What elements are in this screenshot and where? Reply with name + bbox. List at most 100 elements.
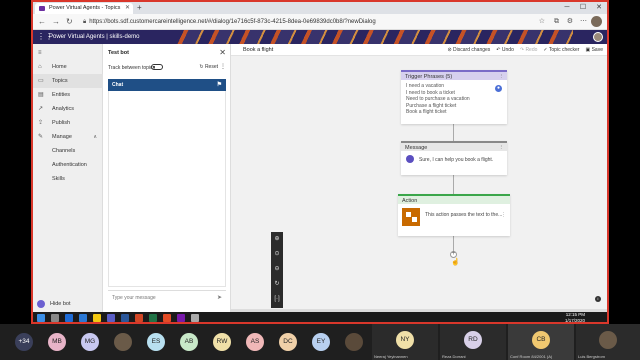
participant-avatar[interactable]: EY [312,333,330,351]
participant-avatar[interactable]: MB [48,333,66,351]
message-node[interactable]: Message ⋮ Sure, I can help you book a fli… [401,141,507,175]
favorite-star-icon[interactable]: ☆ [539,17,545,27]
participant-photo[interactable] [114,333,132,351]
user-avatar[interactable] [593,32,603,42]
nav-item-authentication[interactable]: Authentication [33,158,103,172]
nav-item-topics[interactable]: ▭ Topics [33,74,103,88]
participant-avatar[interactable]: DC [279,333,297,351]
track-topics-toggle[interactable] [151,64,163,70]
close-window-icon[interactable]: ✕ [591,2,607,14]
nav-item-entities[interactable]: ▤ Entities [33,88,103,102]
word-icon[interactable] [121,314,129,322]
explorer-icon[interactable] [93,314,101,322]
reset-zoom-icon[interactable]: ↻ [271,277,283,292]
participant-avatar[interactable]: MG [81,333,99,351]
discard-changes-button[interactable]: ⊘ Discard changes [447,44,490,56]
center-icon[interactable]: ⊙ [271,247,283,262]
chrome-icon[interactable] [163,314,171,322]
participant-photo[interactable] [345,333,363,351]
person-icon[interactable]: ● [495,85,502,92]
windows-taskbar: 12:15 PM 1/17/2020 [33,312,607,322]
send-icon[interactable]: ➤ [217,291,222,305]
maximize-icon[interactable]: ☐ [575,2,591,14]
close-panel-icon[interactable]: ✕ [219,48,226,57]
participant-name: Conf Room 84/2001 (A) [510,354,553,359]
participant-tile[interactable]: RD Reza Dorrani [440,324,506,360]
participant-avatar[interactable]: RW [213,333,231,351]
participant-avatar[interactable]: ES [147,333,165,351]
zoom-in-icon[interactable]: ⊕ [271,232,283,247]
participant-photo [599,331,617,349]
participant-tile[interactable]: NY Neeraj Yeyinannen [372,324,438,360]
action-node[interactable]: Action This action passes the text to th… [398,194,510,236]
nav-label: Authentication [52,162,87,168]
nav-item-home[interactable]: ⌂ Home [33,60,103,74]
extensions-icon[interactable]: ⚙ [567,17,573,27]
save-label: Save [591,47,603,53]
participant-avatar: CB [532,331,550,349]
app-icon[interactable] [191,314,199,322]
teams-icon[interactable] [107,314,115,322]
close-tab-icon[interactable]: ✕ [125,3,130,14]
bot-icon [406,155,414,163]
hand-cursor-icon: ☝ [451,259,460,266]
zoom-out-icon[interactable]: ⊖ [271,262,283,277]
nav-item-skills[interactable]: Skills [33,172,103,186]
nav-item-publish[interactable]: ⇪ Publish [33,116,103,130]
redo-button[interactable]: ↷ Redo [520,44,538,56]
minimize-icon[interactable]: ─ [559,2,575,14]
profile-avatar[interactable] [591,16,602,27]
fit-to-screen-icon[interactable]: [·] [271,292,283,307]
new-tab-button[interactable]: + [137,2,142,14]
trigger-title: Trigger Phrases (5) [405,74,453,80]
powerpoint-icon[interactable] [135,314,143,322]
nav-item-manage[interactable]: ✎ Manage ∧ [33,130,103,144]
info-icon[interactable]: i [595,296,601,302]
node-menu-icon[interactable]: ⋮ [499,72,505,82]
hide-bot-button[interactable]: Hide bot [33,298,103,310]
more-options-icon[interactable]: ⋯ [580,17,587,27]
authoring-canvas[interactable]: Book a flight ⊘ Discard changes ↶ Undo ↷… [231,44,607,312]
start-icon[interactable] [37,314,45,322]
node-menu-icon[interactable]: ⋮ [501,212,506,218]
refresh-icon[interactable]: ↻ [66,17,73,27]
participant-tile[interactable]: CB Conf Room 84/2001 (A) [508,324,574,360]
browser-tab[interactable]: Power Virtual Agents - Topics ✕ [35,3,133,14]
nav-item-analytics[interactable]: ↗ Analytics [33,102,103,116]
participant-avatar: RD [464,331,482,349]
participant-tile[interactable]: Luis Bergstrom [576,324,640,360]
collapse-nav-button[interactable]: ≡ [33,46,103,60]
redo-label: Redo [525,47,538,53]
excel-icon[interactable] [149,314,157,322]
node-header: Message ⋮ [401,141,507,151]
message-input[interactable]: Type your message ➤ [108,290,226,304]
search-icon[interactable] [51,314,59,322]
onenote-icon[interactable] [177,314,185,322]
hamburger-icon: ≡ [38,50,42,56]
more-options-icon[interactable]: ⋮ [220,63,226,70]
collections-icon[interactable]: ⧉ [554,17,559,27]
outlook-icon[interactable] [79,314,87,322]
nav-label: Home [52,64,67,70]
back-icon[interactable]: ← [38,17,46,27]
node-header: Action [398,194,510,204]
undo-label: Undo [501,47,514,53]
flag-icon[interactable]: ⚑ [217,79,222,91]
url-field[interactable]: 🔒︎ https://bots.sdf.customercareintellige… [83,17,503,27]
trigger-phrases-node[interactable]: Trigger Phrases (5) ⋮ I need a vacation I… [401,70,507,124]
add-node-button[interactable]: + [450,251,457,258]
undo-button[interactable]: ↶ Undo [496,44,514,56]
more-participants-badge[interactable]: +34 [15,333,33,351]
participant-avatar[interactable]: AS [246,333,264,351]
topic-checker-button[interactable]: ✓ Topic checker [543,44,579,56]
save-button[interactable]: ▣ Save [585,44,603,56]
nav-item-channels[interactable]: Channels [33,144,103,158]
chat-icon: ▭ [38,78,44,84]
url-text: https://bots.sdf.customercareintelligenc… [89,19,376,25]
edge-icon[interactable] [65,314,73,322]
participant-avatar[interactable]: AB [180,333,198,351]
reset-button[interactable]: ↻ Reset [199,64,218,70]
system-clock[interactable]: 12:15 PM 1/17/2020 [565,312,585,322]
browser-window: Power Virtual Agents - Topics ✕ + ─ ☐ ✕ … [31,0,609,324]
forward-icon[interactable]: → [52,17,60,27]
